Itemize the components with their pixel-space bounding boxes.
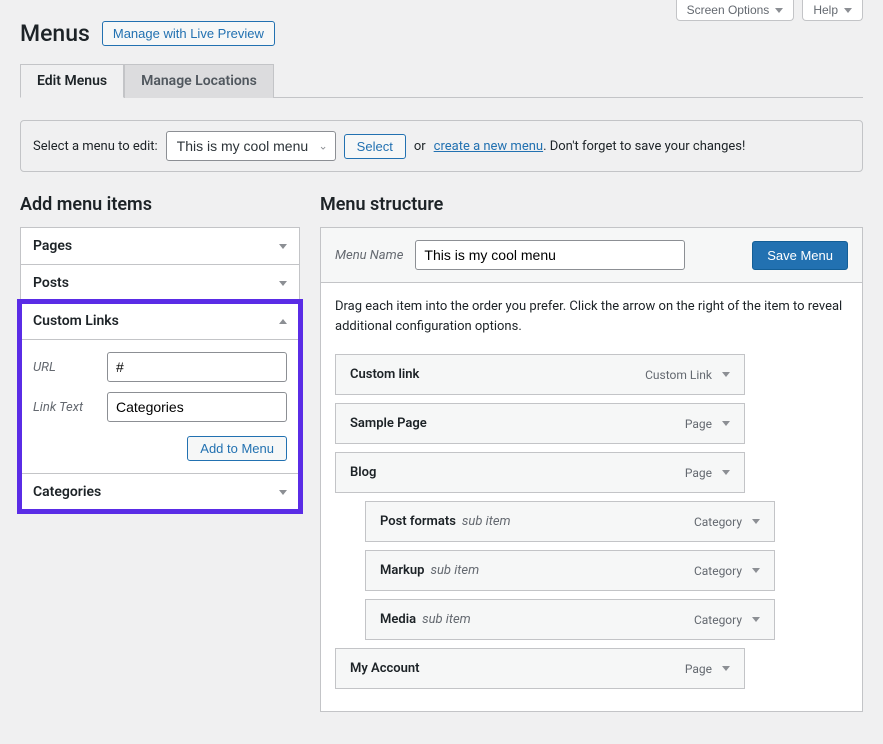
menu-item[interactable]: Post formats sub item Category (365, 501, 775, 542)
caret-down-icon[interactable] (752, 617, 760, 622)
link-text-input[interactable] (107, 392, 287, 422)
screen-options-button[interactable]: Screen Options (676, 0, 795, 21)
create-new-menu-link[interactable]: create a new menu (434, 139, 543, 154)
menu-item[interactable]: Custom link Custom Link (335, 354, 745, 395)
custom-links-label: Custom Links (33, 313, 119, 329)
categories-label: Categories (33, 484, 101, 500)
menu-item-type: Custom Link (645, 368, 712, 382)
help-label: Help (813, 3, 838, 17)
accordion-header-categories[interactable]: Categories (21, 474, 299, 510)
caret-down-icon[interactable] (722, 666, 730, 671)
select-menu-notice: Select a menu to edit: This is my cool m… (20, 120, 863, 172)
menu-item[interactable]: Sample Page Page (335, 403, 745, 444)
help-button[interactable]: Help (802, 0, 863, 21)
select-button[interactable]: Select (344, 134, 406, 159)
caret-down-icon (279, 244, 287, 249)
caret-down-icon[interactable] (722, 421, 730, 426)
menu-item-title: Blog (350, 465, 376, 480)
menu-item[interactable]: Markup sub item Category (365, 550, 775, 591)
pages-label: Pages (33, 238, 72, 254)
caret-down-icon (844, 8, 852, 13)
menu-item-type: Category (694, 613, 742, 627)
menu-items-list: Custom linkCustom LinkSample PagePageBlo… (335, 354, 848, 689)
menu-item[interactable]: Blog Page (335, 452, 745, 493)
caret-down-icon (279, 281, 287, 286)
menu-item-type: Category (694, 515, 742, 529)
sub-item-label: sub item (422, 612, 471, 627)
menu-structure-title: Menu structure (320, 194, 863, 215)
sub-item-label: sub item (462, 514, 511, 529)
menu-item[interactable]: My Account Page (335, 648, 745, 689)
url-label: URL (33, 360, 99, 375)
menu-item-type: Page (685, 466, 712, 480)
menu-name-bar: Menu Name Save Menu (320, 227, 863, 282)
caret-down-icon[interactable] (752, 568, 760, 573)
accordion-header-custom-links[interactable]: Custom Links (21, 303, 299, 339)
select-menu-label: Select a menu to edit: (33, 139, 158, 154)
custom-links-body: URL Link Text Add to Menu (21, 339, 299, 473)
url-input[interactable] (107, 352, 287, 382)
live-preview-button[interactable]: Manage with Live Preview (102, 21, 275, 46)
menu-item-title: Media (380, 612, 416, 627)
caret-down-icon (279, 490, 287, 495)
menu-item-type: Category (694, 564, 742, 578)
structure-help-text: Drag each item into the order you prefer… (335, 297, 848, 336)
posts-label: Posts (33, 275, 69, 291)
menu-item-title: Markup (380, 563, 424, 578)
accordion-custom-links: Custom Links URL Link Text A (20, 302, 300, 474)
caret-down-icon (775, 8, 783, 13)
add-to-menu-button[interactable]: Add to Menu (187, 436, 287, 461)
menu-item-type: Page (685, 417, 712, 431)
menu-select[interactable]: This is my cool menu (166, 131, 336, 161)
or-text: or (414, 139, 426, 154)
notice-tail: . Don't forget to save your changes! (543, 139, 745, 154)
menu-name-label: Menu Name (335, 248, 403, 263)
screen-options-label: Screen Options (687, 3, 770, 17)
menu-item[interactable]: Media sub item Category (365, 599, 775, 640)
save-menu-button[interactable]: Save Menu (752, 241, 848, 270)
tab-manage-locations[interactable]: Manage Locations (124, 64, 274, 98)
accordion-pages: Pages (20, 227, 300, 265)
menu-name-input[interactable] (415, 240, 685, 270)
sub-item-label: sub item (430, 563, 479, 578)
menu-item-title: Sample Page (350, 416, 427, 431)
tabs: Edit Menus Manage Locations (20, 63, 863, 98)
menu-item-title: Post formats (380, 514, 456, 529)
caret-down-icon[interactable] (722, 470, 730, 475)
page-title: Menus (20, 20, 90, 47)
tab-edit-menus[interactable]: Edit Menus (20, 64, 124, 98)
caret-up-icon (279, 319, 287, 324)
caret-down-icon[interactable] (722, 372, 730, 377)
menu-item-title: Custom link (350, 367, 419, 382)
menu-item-type: Page (685, 662, 712, 676)
caret-down-icon[interactable] (752, 519, 760, 524)
link-text-label: Link Text (33, 400, 99, 415)
accordion-header-posts[interactable]: Posts (21, 265, 299, 301)
accordion-header-pages[interactable]: Pages (21, 228, 299, 264)
accordion-categories: Categories (20, 474, 300, 511)
menu-item-title: My Account (350, 661, 420, 676)
menu-structure-body: Drag each item into the order you prefer… (320, 282, 863, 712)
accordion-posts: Posts (20, 265, 300, 302)
add-menu-items-title: Add menu items (20, 194, 300, 215)
header-top-right: Screen Options Help (676, 0, 863, 21)
